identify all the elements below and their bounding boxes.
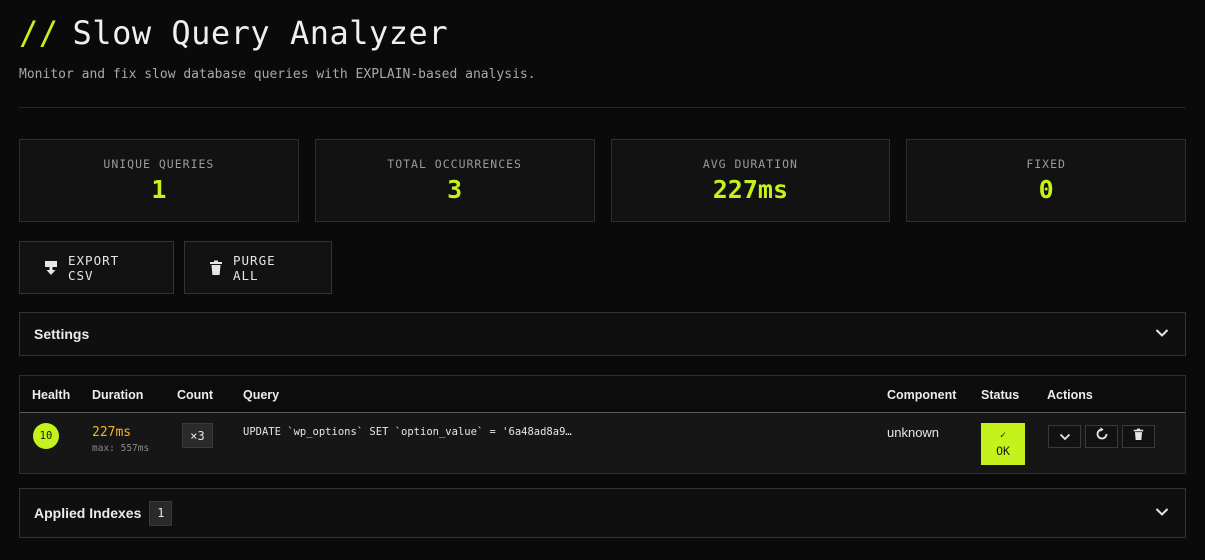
stat-label: UNIQUE QUERIES [103, 157, 215, 171]
stat-avg-duration: AVG DURATION 227ms [610, 139, 891, 222]
applied-indexes-panel-header[interactable]: Applied Indexes 1 [19, 488, 1186, 538]
title-text: Slow Query Analyzer [72, 14, 449, 52]
table-row[interactable]: 10 227ms max: 557ms ×3 UPDATE `wp_option… [20, 413, 1185, 473]
stat-value: 0 [1038, 175, 1054, 204]
stat-total-occurrences: TOTAL OCCURRENCES 3 [314, 139, 595, 222]
count-badge: ×3 [182, 423, 213, 448]
col-actions: Actions [1047, 388, 1093, 402]
applied-indexes-title: Applied Indexes 1 [34, 500, 173, 526]
stat-fixed: FIXED 0 [906, 139, 1186, 222]
health-score-badge: 10 [33, 423, 59, 449]
col-component: Component [887, 388, 957, 402]
table-header: Health Duration Count Query Component St… [20, 376, 1185, 413]
title-slashes: // [19, 14, 59, 52]
trash-icon [1133, 428, 1144, 446]
col-count: Count [177, 388, 214, 402]
header-divider [19, 107, 1186, 108]
export-csv-button[interactable]: EXPORT CSV [19, 241, 174, 294]
download-icon [44, 260, 58, 276]
stat-value: 1 [151, 175, 167, 204]
col-query: Query [243, 388, 280, 402]
page-subtitle: Monitor and fix slow database queries wi… [19, 67, 536, 82]
settings-panel-header[interactable]: Settings [19, 312, 1186, 356]
query-text[interactable]: UPDATE `wp_options` SET `option_value` =… [243, 426, 572, 438]
component-value: unknown [887, 425, 940, 440]
duration-max: max: 557ms [92, 443, 150, 454]
chevron-down-icon[interactable] [1155, 325, 1169, 343]
status-label: OK [996, 443, 1010, 458]
applied-indexes-count: 1 [149, 500, 173, 526]
col-duration: Duration [92, 388, 144, 402]
applied-indexes-label: Applied Indexes [34, 505, 142, 521]
col-health: Health [32, 388, 71, 402]
refresh-icon [1095, 427, 1109, 446]
stats-row: UNIQUE QUERIES 1 TOTAL OCCURRENCES 3 AVG… [19, 139, 1186, 222]
duration-cell: 227ms max: 557ms [92, 425, 149, 454]
stat-unique-queries: UNIQUE QUERIES 1 [19, 139, 299, 222]
chevron-down-icon [1059, 428, 1071, 446]
settings-title: Settings [34, 326, 90, 342]
page-title: // Slow Query Analyzer [19, 14, 448, 52]
col-status: Status [981, 388, 1020, 402]
purge-all-label: PURGE ALL [233, 252, 276, 283]
status-ok-badge: ✓ OK [981, 423, 1025, 465]
duration-value: 227ms [92, 425, 132, 440]
purge-all-button[interactable]: PURGE ALL [184, 241, 332, 294]
reanalyze-button[interactable] [1085, 425, 1118, 448]
chevron-down-icon[interactable] [1155, 504, 1169, 522]
delete-row-button[interactable] [1122, 425, 1155, 448]
stat-value: 227ms [712, 175, 788, 204]
stat-label: AVG DURATION [702, 157, 798, 171]
stat-label: FIXED [1026, 157, 1066, 171]
expand-row-button[interactable] [1048, 425, 1081, 448]
page: // Slow Query Analyzer Monitor and fix sl… [0, 0, 1205, 560]
stat-label: TOTAL OCCURRENCES [387, 157, 522, 171]
trash-icon [209, 260, 223, 276]
export-csv-label: EXPORT CSV [68, 252, 120, 283]
stat-value: 3 [447, 175, 463, 204]
slow-query-table: Health Duration Count Query Component St… [19, 375, 1186, 474]
check-icon: ✓ [999, 429, 1007, 441]
toolbar: EXPORT CSV PURGE ALL [19, 241, 332, 294]
